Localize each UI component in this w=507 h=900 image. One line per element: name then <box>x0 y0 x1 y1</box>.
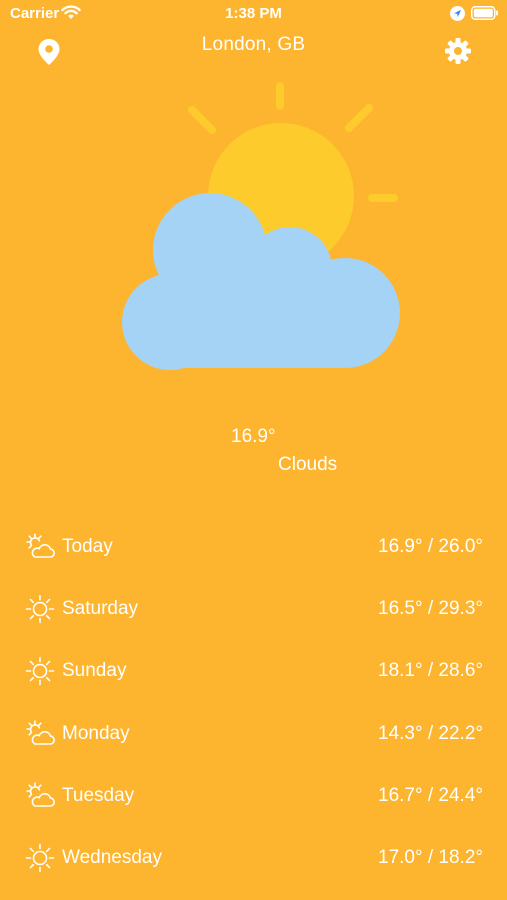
sun-icon <box>25 657 55 686</box>
forecast-row-saturday: Saturday 16.5° / 29.3° <box>0 578 507 640</box>
forecast-row-wednesday: Wednesday 17.0° / 18.2° <box>0 827 507 889</box>
status-time: 1:38 PM <box>225 5 282 22</box>
forecast-day: Wednesday <box>62 846 162 868</box>
forecast-row-sunday: Sunday 18.1° / 28.6° <box>0 640 507 702</box>
forecast-day: Tuesday <box>62 784 135 806</box>
forecast-temp-range: 17.0° / 18.2° <box>378 846 483 868</box>
sun-icon <box>25 843 55 873</box>
forecast-list: Today 16.9° / 26.0° Saturday 16.5° / 29.… <box>0 516 507 889</box>
forecast-day: Monday <box>62 722 130 744</box>
forecast-day: Today <box>62 536 113 557</box>
forecast-day: Sunday <box>62 660 127 682</box>
forecast-row-today: Today 16.9° / 26.0° <box>0 516 507 578</box>
sun-behind-cloud-icon <box>122 82 400 370</box>
forecast-temp-range: 16.9° / 26.0° <box>378 536 483 557</box>
battery-icon <box>471 6 498 20</box>
forecast-day: Saturday <box>62 598 139 620</box>
sun-icon <box>25 594 55 624</box>
forecast-temp-range: 16.7° / 24.4° <box>378 784 483 806</box>
status-bar: Carrier 1:38 PM <box>0 0 507 28</box>
current-temperature: 16.9° <box>231 426 276 447</box>
gear-icon <box>445 38 471 64</box>
current-condition: Clouds <box>278 454 338 475</box>
forecast-temp-range: 18.1° / 28.6° <box>378 660 483 682</box>
partly-cloudy-icon <box>26 719 55 745</box>
city-title: London, GB <box>201 34 306 55</box>
forecast-row-tuesday: Tuesday 16.7° / 24.4° <box>0 765 507 827</box>
forecast-row-monday: Monday 14.3° / 22.2° <box>0 703 507 765</box>
partly-cloudy-icon <box>26 533 55 558</box>
location-services-icon <box>450 6 465 21</box>
forecast-temp-range: 16.5° / 29.3° <box>378 598 483 620</box>
app-header: London, GB <box>0 30 507 70</box>
settings-button[interactable] <box>443 36 473 66</box>
partly-cloudy-icon <box>26 781 55 807</box>
forecast-temp-range: 14.3° / 22.2° <box>378 722 483 744</box>
